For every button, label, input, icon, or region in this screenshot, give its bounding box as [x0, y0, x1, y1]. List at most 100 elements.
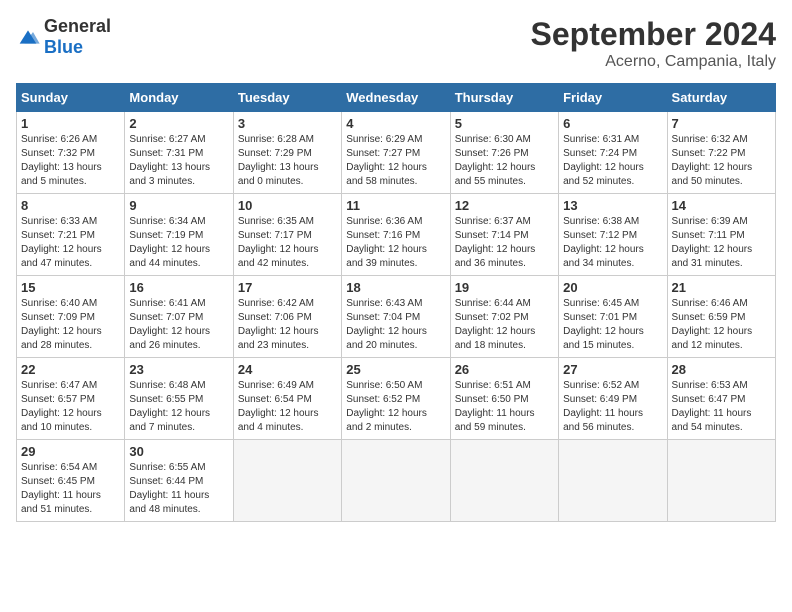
calendar-cell: 20 Sunrise: 6:45 AMSunset: 7:01 PMDayligh… — [559, 276, 667, 358]
calendar-cell: 6Sunrise: 6:31 AMSunset: 7:24 PMDaylight… — [559, 112, 667, 194]
logo: General Blue — [16, 16, 111, 58]
cell-info: Sunrise: 6:48 AMSunset: 6:55 PMDaylight:… — [129, 379, 228, 435]
day-number: 11 — [346, 198, 445, 213]
day-number: 2 — [129, 116, 228, 131]
cell-info: Sunrise: 6:51 AMSunset: 6:50 PMDaylight:… — [455, 379, 554, 435]
day-number: 5 — [455, 116, 554, 131]
day-number: 18 — [346, 280, 445, 295]
day-number: 3 — [238, 116, 337, 131]
cell-info: Sunrise: 6:55 AMSunset: 6:44 PMDaylight:… — [129, 461, 228, 517]
location-title: Acerno, Campania, Italy — [531, 53, 776, 71]
day-number: 17 — [238, 280, 337, 295]
logo-icon — [16, 27, 40, 47]
cell-info: Sunrise: 6:54 AMSunset: 6:45 PMDaylight:… — [21, 461, 120, 517]
calendar-cell: 11 Sunrise: 6:36 AMSunset: 7:16 PMDayligh… — [342, 194, 450, 276]
day-number: 26 — [455, 362, 554, 377]
calendar-cell — [559, 440, 667, 522]
day-number: 21 — [672, 280, 771, 295]
day-number: 1 — [21, 116, 120, 131]
cell-info: Sunrise: 6:26 AMSunset: 7:32 PMDaylight:… — [21, 133, 120, 189]
calendar-cell: 19 Sunrise: 6:44 AMSunset: 7:02 PMDayligh… — [450, 276, 558, 358]
calendar-cell: 8 Sunrise: 6:33 AMSunset: 7:21 PMDaylight… — [17, 194, 125, 276]
cell-info: Sunrise: 6:45 AMSunset: 7:01 PMDaylight:… — [563, 297, 662, 353]
cell-info: Sunrise: 6:53 AMSunset: 6:47 PMDaylight:… — [672, 379, 771, 435]
day-number: 16 — [129, 280, 228, 295]
calendar-cell: 9 Sunrise: 6:34 AMSunset: 7:19 PMDaylight… — [125, 194, 233, 276]
weekday-header-thursday: Thursday — [450, 84, 558, 112]
logo-general: General — [44, 16, 111, 36]
calendar-cell: 12 Sunrise: 6:37 AMSunset: 7:14 PMDayligh… — [450, 194, 558, 276]
month-title: September 2024 — [531, 16, 776, 53]
cell-info: Sunrise: 6:52 AMSunset: 6:49 PMDaylight:… — [563, 379, 662, 435]
calendar-table: SundayMondayTuesdayWednesdayThursdayFrid… — [16, 83, 776, 522]
cell-info: Sunrise: 6:47 AMSunset: 6:57 PMDaylight:… — [21, 379, 120, 435]
calendar-cell: 4 Sunrise: 6:29 AMSunset: 7:27 PMDaylight… — [342, 112, 450, 194]
calendar-cell: 26 Sunrise: 6:51 AMSunset: 6:50 PMDayligh… — [450, 358, 558, 440]
calendar-cell: 30 Sunrise: 6:55 AMSunset: 6:44 PMDayligh… — [125, 440, 233, 522]
cell-info: Sunrise: 6:49 AMSunset: 6:54 PMDaylight:… — [238, 379, 337, 435]
day-number: 14 — [672, 198, 771, 213]
calendar-cell: 27 Sunrise: 6:52 AMSunset: 6:49 PMDayligh… — [559, 358, 667, 440]
cell-info: Sunrise: 6:43 AMSunset: 7:04 PMDaylight:… — [346, 297, 445, 353]
cell-info: Sunrise: 6:35 AMSunset: 7:17 PMDaylight:… — [238, 215, 337, 271]
calendar-cell: 28Sunrise: 6:53 AMSunset: 6:47 PMDayligh… — [667, 358, 775, 440]
calendar-cell — [450, 440, 558, 522]
calendar-cell — [342, 440, 450, 522]
day-number: 29 — [21, 444, 120, 459]
cell-info: Sunrise: 6:32 AMSunset: 7:22 PMDaylight:… — [672, 133, 771, 189]
day-number: 22 — [21, 362, 120, 377]
day-number: 19 — [455, 280, 554, 295]
calendar-cell: 10 Sunrise: 6:35 AMSunset: 7:17 PMDayligh… — [233, 194, 341, 276]
calendar-cell: 17 Sunrise: 6:42 AMSunset: 7:06 PMDayligh… — [233, 276, 341, 358]
cell-info: Sunrise: 6:41 AMSunset: 7:07 PMDaylight:… — [129, 297, 228, 353]
day-number: 30 — [129, 444, 228, 459]
day-number: 9 — [129, 198, 228, 213]
cell-info: Sunrise: 6:37 AMSunset: 7:14 PMDaylight:… — [455, 215, 554, 271]
cell-info: Sunrise: 6:50 AMSunset: 6:52 PMDaylight:… — [346, 379, 445, 435]
day-number: 20 — [563, 280, 662, 295]
cell-info: Sunrise: 6:46 AMSunset: 6:59 PMDaylight:… — [672, 297, 771, 353]
cell-info: Sunrise: 6:33 AMSunset: 7:21 PMDaylight:… — [21, 215, 120, 271]
calendar-cell: 1 Sunrise: 6:26 AMSunset: 7:32 PMDaylight… — [17, 112, 125, 194]
calendar-cell: 7Sunrise: 6:32 AMSunset: 7:22 PMDaylight… — [667, 112, 775, 194]
cell-info: Sunrise: 6:38 AMSunset: 7:12 PMDaylight:… — [563, 215, 662, 271]
day-number: 12 — [455, 198, 554, 213]
day-number: 24 — [238, 362, 337, 377]
weekday-header-wednesday: Wednesday — [342, 84, 450, 112]
calendar-cell: 23 Sunrise: 6:48 AMSunset: 6:55 PMDayligh… — [125, 358, 233, 440]
weekday-header-tuesday: Tuesday — [233, 84, 341, 112]
weekday-header-friday: Friday — [559, 84, 667, 112]
logo-blue: Blue — [44, 37, 83, 57]
calendar-cell: 13Sunrise: 6:38 AMSunset: 7:12 PMDayligh… — [559, 194, 667, 276]
calendar-cell: 29 Sunrise: 6:54 AMSunset: 6:45 PMDayligh… — [17, 440, 125, 522]
cell-info: Sunrise: 6:27 AMSunset: 7:31 PMDaylight:… — [129, 133, 228, 189]
day-number: 27 — [563, 362, 662, 377]
cell-info: Sunrise: 6:30 AMSunset: 7:26 PMDaylight:… — [455, 133, 554, 189]
weekday-header-saturday: Saturday — [667, 84, 775, 112]
day-number: 4 — [346, 116, 445, 131]
calendar-cell: 3Sunrise: 6:28 AMSunset: 7:29 PMDaylight… — [233, 112, 341, 194]
cell-info: Sunrise: 6:29 AMSunset: 7:27 PMDaylight:… — [346, 133, 445, 189]
cell-info: Sunrise: 6:34 AMSunset: 7:19 PMDaylight:… — [129, 215, 228, 271]
calendar-cell: 18 Sunrise: 6:43 AMSunset: 7:04 PMDayligh… — [342, 276, 450, 358]
cell-info: Sunrise: 6:36 AMSunset: 7:16 PMDaylight:… — [346, 215, 445, 271]
title-area: September 2024 Acerno, Campania, Italy — [531, 16, 776, 71]
cell-info: Sunrise: 6:31 AMSunset: 7:24 PMDaylight:… — [563, 133, 662, 189]
cell-info: Sunrise: 6:39 AMSunset: 7:11 PMDaylight:… — [672, 215, 771, 271]
day-number: 8 — [21, 198, 120, 213]
cell-info: Sunrise: 6:44 AMSunset: 7:02 PMDaylight:… — [455, 297, 554, 353]
calendar-cell — [233, 440, 341, 522]
day-number: 23 — [129, 362, 228, 377]
day-number: 25 — [346, 362, 445, 377]
calendar-cell: 2 Sunrise: 6:27 AMSunset: 7:31 PMDaylight… — [125, 112, 233, 194]
calendar-cell: 24 Sunrise: 6:49 AMSunset: 6:54 PMDayligh… — [233, 358, 341, 440]
calendar-cell: 15Sunrise: 6:40 AMSunset: 7:09 PMDayligh… — [17, 276, 125, 358]
calendar-cell: 22 Sunrise: 6:47 AMSunset: 6:57 PMDayligh… — [17, 358, 125, 440]
day-number: 15 — [21, 280, 120, 295]
calendar-cell: 16 Sunrise: 6:41 AMSunset: 7:07 PMDayligh… — [125, 276, 233, 358]
day-number: 10 — [238, 198, 337, 213]
calendar-cell: 25 Sunrise: 6:50 AMSunset: 6:52 PMDayligh… — [342, 358, 450, 440]
weekday-header-monday: Monday — [125, 84, 233, 112]
cell-info: Sunrise: 6:42 AMSunset: 7:06 PMDaylight:… — [238, 297, 337, 353]
calendar-cell — [667, 440, 775, 522]
